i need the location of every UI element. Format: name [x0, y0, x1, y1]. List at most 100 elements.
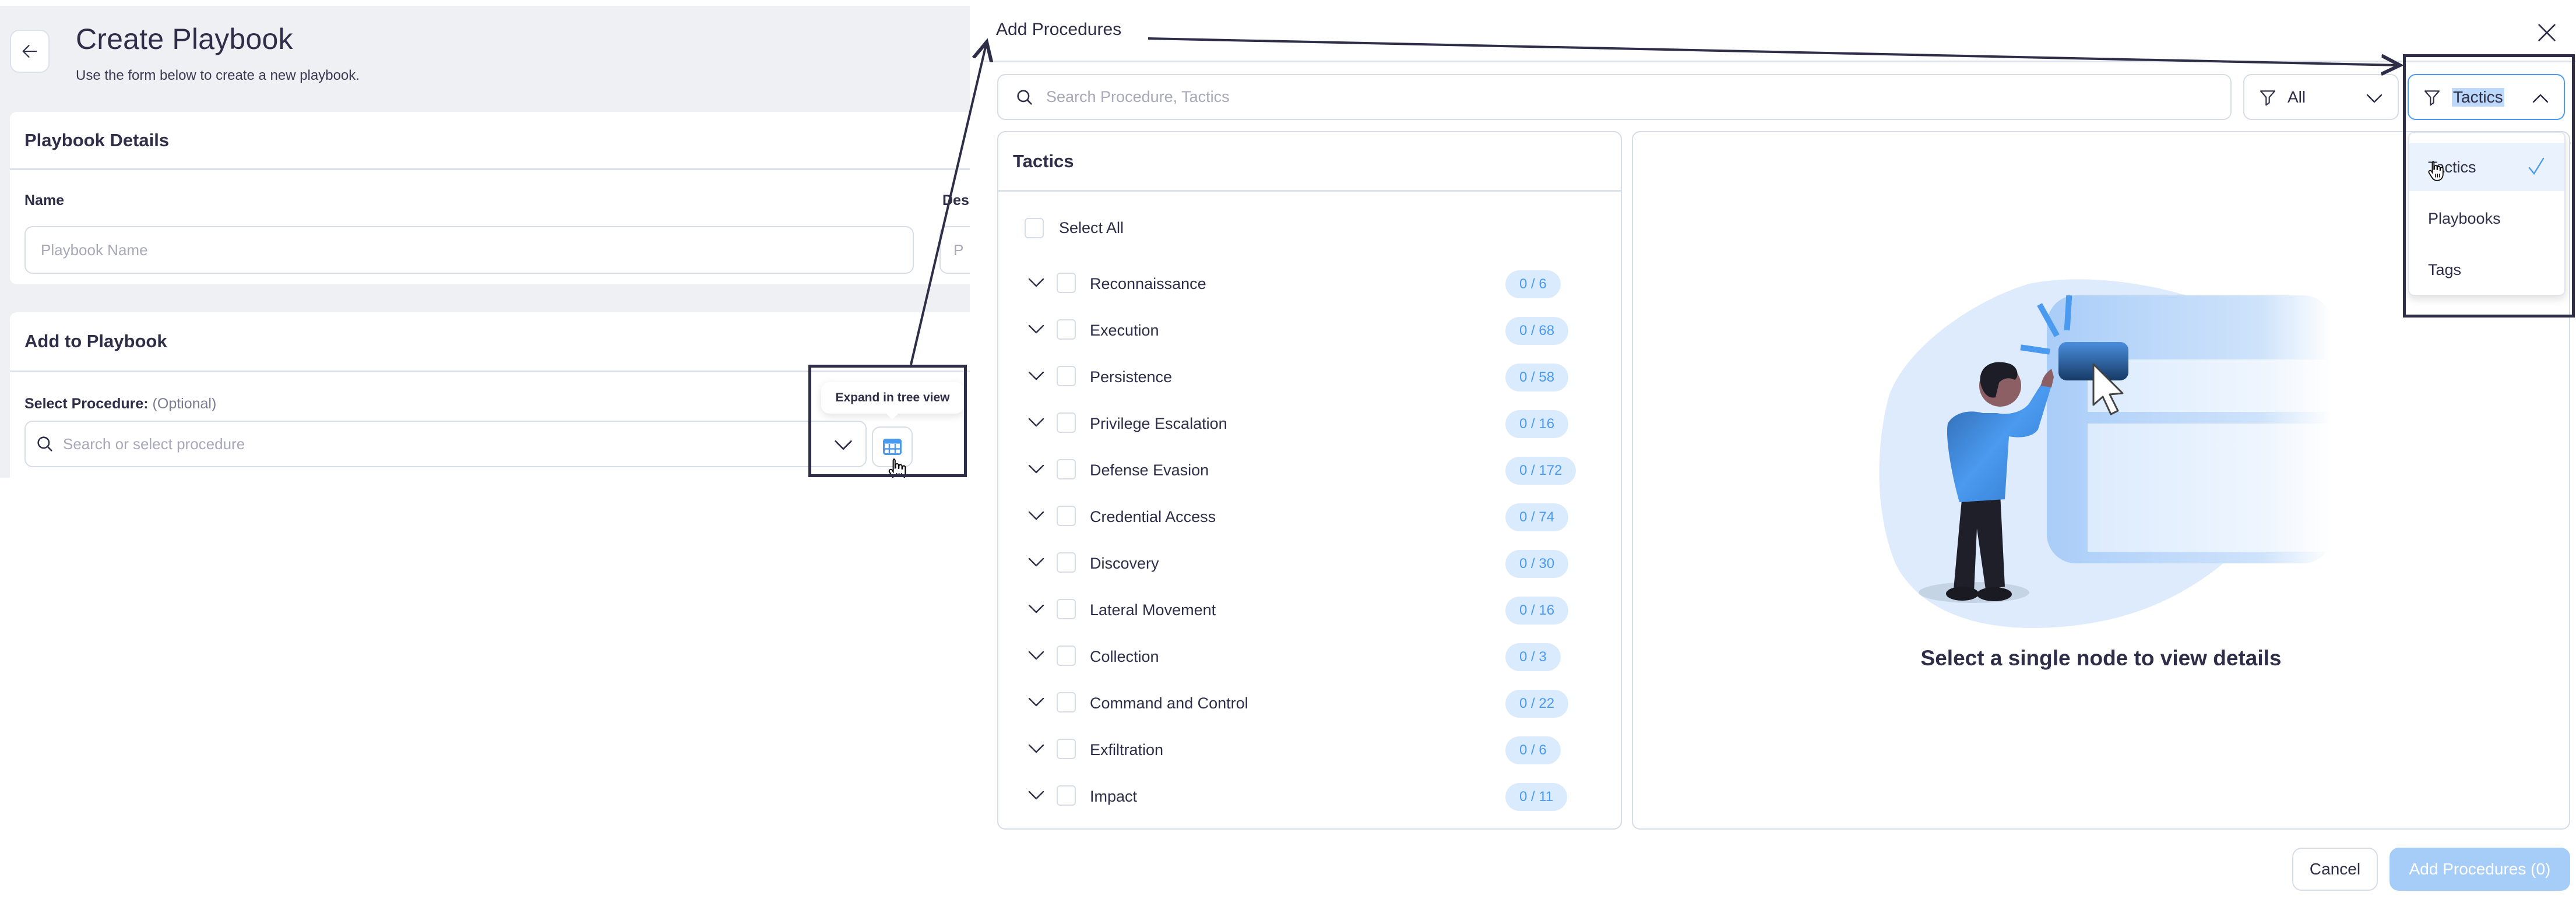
tactic-checkbox[interactable]	[1057, 785, 1076, 806]
tactic-name: Persistence	[1090, 368, 1173, 386]
tactic-row[interactable]: Reconnaissance 0 / 6	[998, 263, 1621, 304]
tactic-row[interactable]: Defense Evasion 0 / 172	[998, 450, 1621, 491]
search-icon	[37, 436, 52, 452]
tactic-row[interactable]: Persistence 0 / 58	[998, 357, 1621, 397]
select-procedure-label-text: Select Procedure:	[24, 396, 149, 412]
tactic-name: Lateral Movement	[1090, 601, 1216, 619]
tactic-row[interactable]: Privilege Escalation 0 / 16	[998, 403, 1621, 444]
tactic-name: Impact	[1090, 788, 1138, 805]
tactic-name: Exfiltration	[1090, 741, 1164, 759]
dropdown-option-tactics[interactable]: Tactics	[2409, 143, 2564, 191]
tactic-checkbox[interactable]	[1057, 692, 1076, 712]
procedure-select[interactable]: Search or select procedure	[24, 421, 867, 467]
check-icon	[2528, 157, 2545, 175]
tactic-count-badge: 0 / 3	[1505, 643, 1561, 671]
dropdown-option-label: Playbooks	[2428, 209, 2501, 227]
tactic-row[interactable]: Command and Control 0 / 22	[998, 683, 1621, 724]
tactics-panel: Tactics Select All Reconnaissance 0 / 6 Ex…	[997, 131, 1622, 830]
chevron-down-icon[interactable]	[1026, 693, 1047, 714]
tactic-row[interactable]: Execution 0 / 68	[998, 310, 1621, 351]
tactic-checkbox[interactable]	[1057, 739, 1076, 759]
chevron-down-icon[interactable]	[1026, 414, 1047, 434]
tactic-checkbox[interactable]	[1057, 645, 1076, 666]
tactic-row[interactable]: Impact 0 / 11	[998, 776, 1621, 817]
tactic-count-badge: 0 / 6	[1505, 270, 1561, 298]
page-title: Create Playbook	[76, 23, 293, 55]
empty-state-message: Select a single node to view details	[1920, 646, 2282, 670]
person-clicking-button-illustration	[1879, 279, 2332, 629]
select-all-checkbox-row[interactable]: Select All	[1025, 218, 1124, 238]
tactic-checkbox[interactable]	[1057, 459, 1076, 479]
tactic-checkbox[interactable]	[1057, 319, 1076, 340]
tactic-row[interactable]: Credential Access 0 / 74	[998, 496, 1621, 537]
modal-title: Add Procedures	[996, 20, 1122, 39]
group-by-filter-value: Tactics	[2452, 87, 2504, 107]
status-filter-value: All	[2288, 87, 2306, 106]
tactic-count-badge: 0 / 6	[1505, 736, 1561, 764]
table-tree-icon	[883, 439, 902, 455]
tactics-panel-heading: Tactics	[998, 132, 1621, 192]
tactic-count-badge: 0 / 58	[1505, 364, 1569, 391]
chevron-down-icon[interactable]	[1026, 786, 1047, 807]
chevron-down-icon[interactable]	[1026, 460, 1047, 481]
group-by-filter-select[interactable]: Tactics	[2408, 74, 2565, 120]
tactic-count-badge: 0 / 74	[1505, 503, 1569, 531]
tactic-name: Collection	[1090, 648, 1159, 665]
back-button[interactable]	[10, 30, 50, 73]
add-procedures-modal: Add Procedures Search Procedure, Tactics…	[982, 0, 2576, 903]
chevron-down-icon[interactable]	[1026, 740, 1047, 760]
status-filter-select[interactable]: All	[2243, 74, 2399, 120]
add-to-playbook-heading: Add to Playbook	[10, 312, 970, 372]
chevron-up-icon	[2532, 94, 2549, 103]
playbook-name-input[interactable]: Playbook Name	[24, 226, 914, 274]
select-all-checkbox[interactable]	[1025, 218, 1044, 238]
tactic-row[interactable]: Collection 0 / 3	[998, 636, 1621, 677]
tactic-count-badge: 0 / 172	[1505, 457, 1576, 485]
tactic-checkbox[interactable]	[1057, 599, 1076, 619]
tactic-count-badge: 0 / 11	[1505, 783, 1568, 811]
filter-icon	[2260, 90, 2276, 105]
chevron-down-icon[interactable]	[832, 433, 855, 457]
tactic-row[interactable]: Exfiltration 0 / 6	[998, 729, 1621, 770]
tactic-row[interactable]: Discovery 0 / 30	[998, 543, 1621, 584]
tactic-row[interactable]: Lateral Movement 0 / 16	[998, 590, 1621, 630]
tactic-name: Defense Evasion	[1090, 461, 1209, 479]
expand-tree-view-button[interactable]	[872, 426, 913, 467]
tactic-checkbox[interactable]	[1057, 412, 1076, 433]
chevron-down-icon	[2366, 94, 2383, 103]
tactic-count-badge: 0 / 22	[1505, 690, 1569, 718]
playbook-details-heading: Playbook Details	[10, 112, 970, 170]
tactic-name: Credential Access	[1090, 508, 1216, 525]
tactic-checkbox[interactable]	[1057, 273, 1076, 293]
add-procedures-button[interactable]: Add Procedures (0)	[2390, 848, 2570, 891]
chevron-down-icon[interactable]	[1026, 320, 1047, 341]
chevron-down-icon[interactable]	[1026, 647, 1047, 667]
description-label: Des	[942, 192, 969, 209]
tactic-checkbox[interactable]	[1057, 366, 1076, 386]
chevron-down-icon[interactable]	[1026, 507, 1047, 527]
dropdown-option-tags[interactable]: Tags	[2409, 246, 2564, 294]
filter-icon	[2424, 90, 2440, 105]
modal-header-divider	[982, 61, 2576, 62]
procedure-search-input[interactable]: Search Procedure, Tactics	[997, 74, 2232, 120]
name-label: Name	[24, 192, 65, 209]
tactic-checkbox[interactable]	[1057, 552, 1076, 573]
chevron-down-icon[interactable]	[1026, 600, 1047, 620]
tactic-checkbox[interactable]	[1057, 506, 1076, 526]
chevron-down-icon[interactable]	[1026, 553, 1047, 574]
close-icon[interactable]	[2535, 21, 2559, 44]
cancel-button[interactable]: Cancel	[2292, 848, 2378, 891]
description-input[interactable]: P	[939, 226, 970, 274]
tactic-name: Privilege Escalation	[1090, 415, 1227, 432]
search-icon	[1017, 89, 1032, 105]
select-all-label: Select All	[1059, 219, 1124, 237]
expand-tree-view-tooltip: Expand in tree view	[821, 382, 964, 419]
arrow-left-icon	[22, 45, 37, 58]
tactic-count-badge: 0 / 30	[1505, 550, 1569, 578]
tactic-name: Execution	[1090, 322, 1159, 339]
tactic-count-badge: 0 / 68	[1505, 317, 1569, 345]
chevron-down-icon[interactable]	[1026, 274, 1047, 294]
dropdown-option-label: Tactics	[2428, 158, 2476, 176]
chevron-down-icon[interactable]	[1026, 367, 1047, 387]
dropdown-option-playbooks[interactable]: Playbooks	[2409, 195, 2564, 242]
